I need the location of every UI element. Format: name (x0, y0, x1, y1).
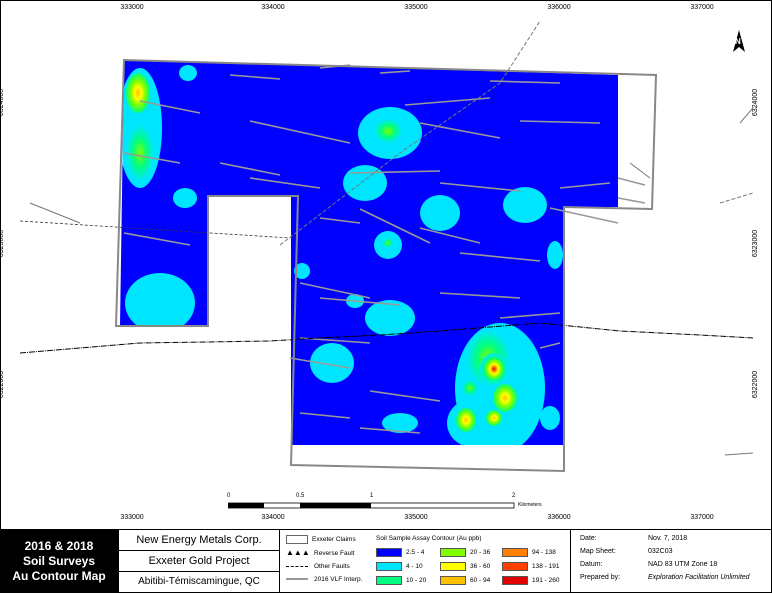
class-label: 191 - 260 (532, 577, 560, 585)
scale-label: 0 (227, 493, 231, 499)
easting-tick-top: 336000 (547, 4, 571, 11)
info-value: NAD 83 UTM Zone 18 (648, 561, 718, 568)
other-faults-icon (286, 565, 308, 567)
legend-label: Exxeter Claims (312, 536, 356, 544)
legend-class: 36 - 60 (440, 562, 490, 572)
legend-reverse-fault: ▲▲▲ Reverse Fault (286, 549, 354, 559)
scale-bar: 0 0.5 1 2 Kilometers (227, 493, 542, 518)
easting-tick-top: 335000 (404, 4, 428, 11)
easting-tick-bottom: 333000 (120, 514, 144, 521)
northing-tick-right: 6322000 (752, 370, 760, 399)
class-swatch (440, 562, 466, 571)
map-info: Date: Nov. 7, 2018 Map Sheet: 032C03 Dat… (572, 532, 772, 592)
legend-class: 138 - 191 (502, 562, 559, 572)
class-label: 4 - 10 (406, 563, 423, 571)
easting-tick-top: 333000 (120, 4, 144, 11)
scale-label: 2 (512, 493, 516, 499)
title-line: 2016 & 2018 (24, 538, 94, 553)
northing-tick-right: 6323000 (752, 229, 760, 258)
other-fault (719, 192, 753, 204)
info-label: Datum: (580, 561, 603, 568)
legend-class: 60 - 94 (440, 576, 490, 586)
other-fault (739, 107, 753, 124)
other-fault (724, 452, 753, 456)
north-arrow: N (731, 30, 747, 54)
region-name: Abitibi-Témiscamingue, QC (138, 576, 260, 587)
northing-tick-left: 6322000 (0, 370, 6, 399)
info-label: Prepared by: (580, 574, 621, 581)
other-fault (29, 202, 81, 224)
class-label: 36 - 60 (470, 563, 491, 571)
class-label: 20 - 36 (470, 549, 491, 557)
legend-class: 94 - 138 (502, 548, 556, 558)
legend-vlf: 2016 VLF Interp. (286, 576, 362, 586)
class-label: 2.5 - 4 (406, 549, 425, 557)
scale-label: 0.5 (296, 493, 305, 499)
legend-label: Other Faults (314, 563, 350, 570)
info-label: Map Sheet: (580, 548, 616, 555)
info-prepared: Prepared by: Exploration Facilitation Un… (580, 574, 770, 584)
contour-map (20, 20, 753, 473)
company-name: New Energy Metals Corp. (119, 530, 279, 551)
class-swatch (440, 576, 466, 585)
scale-unit: Kilometers (518, 502, 542, 508)
northing-tick-left: 6323000 (0, 229, 6, 258)
class-swatch (502, 562, 528, 571)
reverse-fault-icon: ▲▲▲ (286, 548, 310, 557)
footer: 2016 & 2018 Soil Surveys Au Contour Map … (0, 529, 772, 594)
other-fault (629, 162, 651, 179)
info-value: 032C03 (648, 548, 673, 555)
legend-class: 2.5 - 4 (376, 548, 424, 558)
legend-class: 191 - 260 (502, 576, 559, 586)
legend-label: Reverse Fault (314, 550, 355, 557)
legend-class: 20 - 36 (440, 548, 490, 558)
class-swatch (440, 548, 466, 557)
class-swatch (376, 576, 402, 585)
class-swatch (376, 562, 402, 571)
info-date: Date: Nov. 7, 2018 (580, 535, 770, 545)
vlf-icon (286, 578, 308, 581)
title-line: Au Contour Map (12, 568, 106, 583)
legend-label: 2016 VLF Interp. (314, 576, 363, 583)
project-name: Exxeter Gold Project (119, 551, 279, 572)
legend: Exxeter Claims ▲▲▲ Reverse Fault Other Fa… (280, 530, 571, 592)
contour-title: Soil Sample Assay Contour (Au ppb) (376, 535, 482, 542)
claims-swatch (286, 535, 308, 544)
info-value: Exploration Facilitation Unlimited (648, 574, 750, 581)
class-label: 10 - 20 (406, 577, 427, 585)
easting-tick-bottom: 337000 (690, 514, 714, 521)
easting-tick-bottom: 336000 (547, 514, 571, 521)
info-datum: Datum: NAD 83 UTM Zone 18 (580, 561, 770, 571)
class-swatch (502, 548, 528, 557)
easting-tick-top: 334000 (261, 4, 285, 11)
class-swatch (502, 576, 528, 585)
legend-class: 4 - 10 (376, 562, 423, 572)
class-label: 60 - 94 (470, 577, 491, 585)
info-label: Date: (580, 535, 597, 542)
northing-tick-left: 6324000 (0, 88, 6, 117)
title-block: 2016 & 2018 Soil Surveys Au Contour Map (0, 530, 118, 592)
title-line: Soil Surveys (22, 553, 96, 568)
class-swatch (376, 548, 402, 557)
info-value: Nov. 7, 2018 (648, 535, 688, 542)
northing-tick-right: 6324000 (752, 88, 760, 117)
info-sheet: Map Sheet: 032C03 (580, 548, 770, 558)
class-label: 138 - 191 (532, 563, 560, 571)
scale-label: 1 (370, 493, 374, 499)
legend-claims: Exxeter Claims (286, 535, 356, 545)
legend-other-faults: Other Faults (286, 563, 350, 573)
easting-tick-top: 337000 (690, 4, 714, 11)
north-label: N (735, 37, 741, 46)
company-block: New Energy Metals Corp. Exxeter Gold Pro… (118, 530, 280, 592)
scale-bar-graphic (227, 502, 515, 509)
legend-class: 10 - 20 (376, 576, 426, 586)
class-label: 94 - 138 (532, 549, 556, 557)
